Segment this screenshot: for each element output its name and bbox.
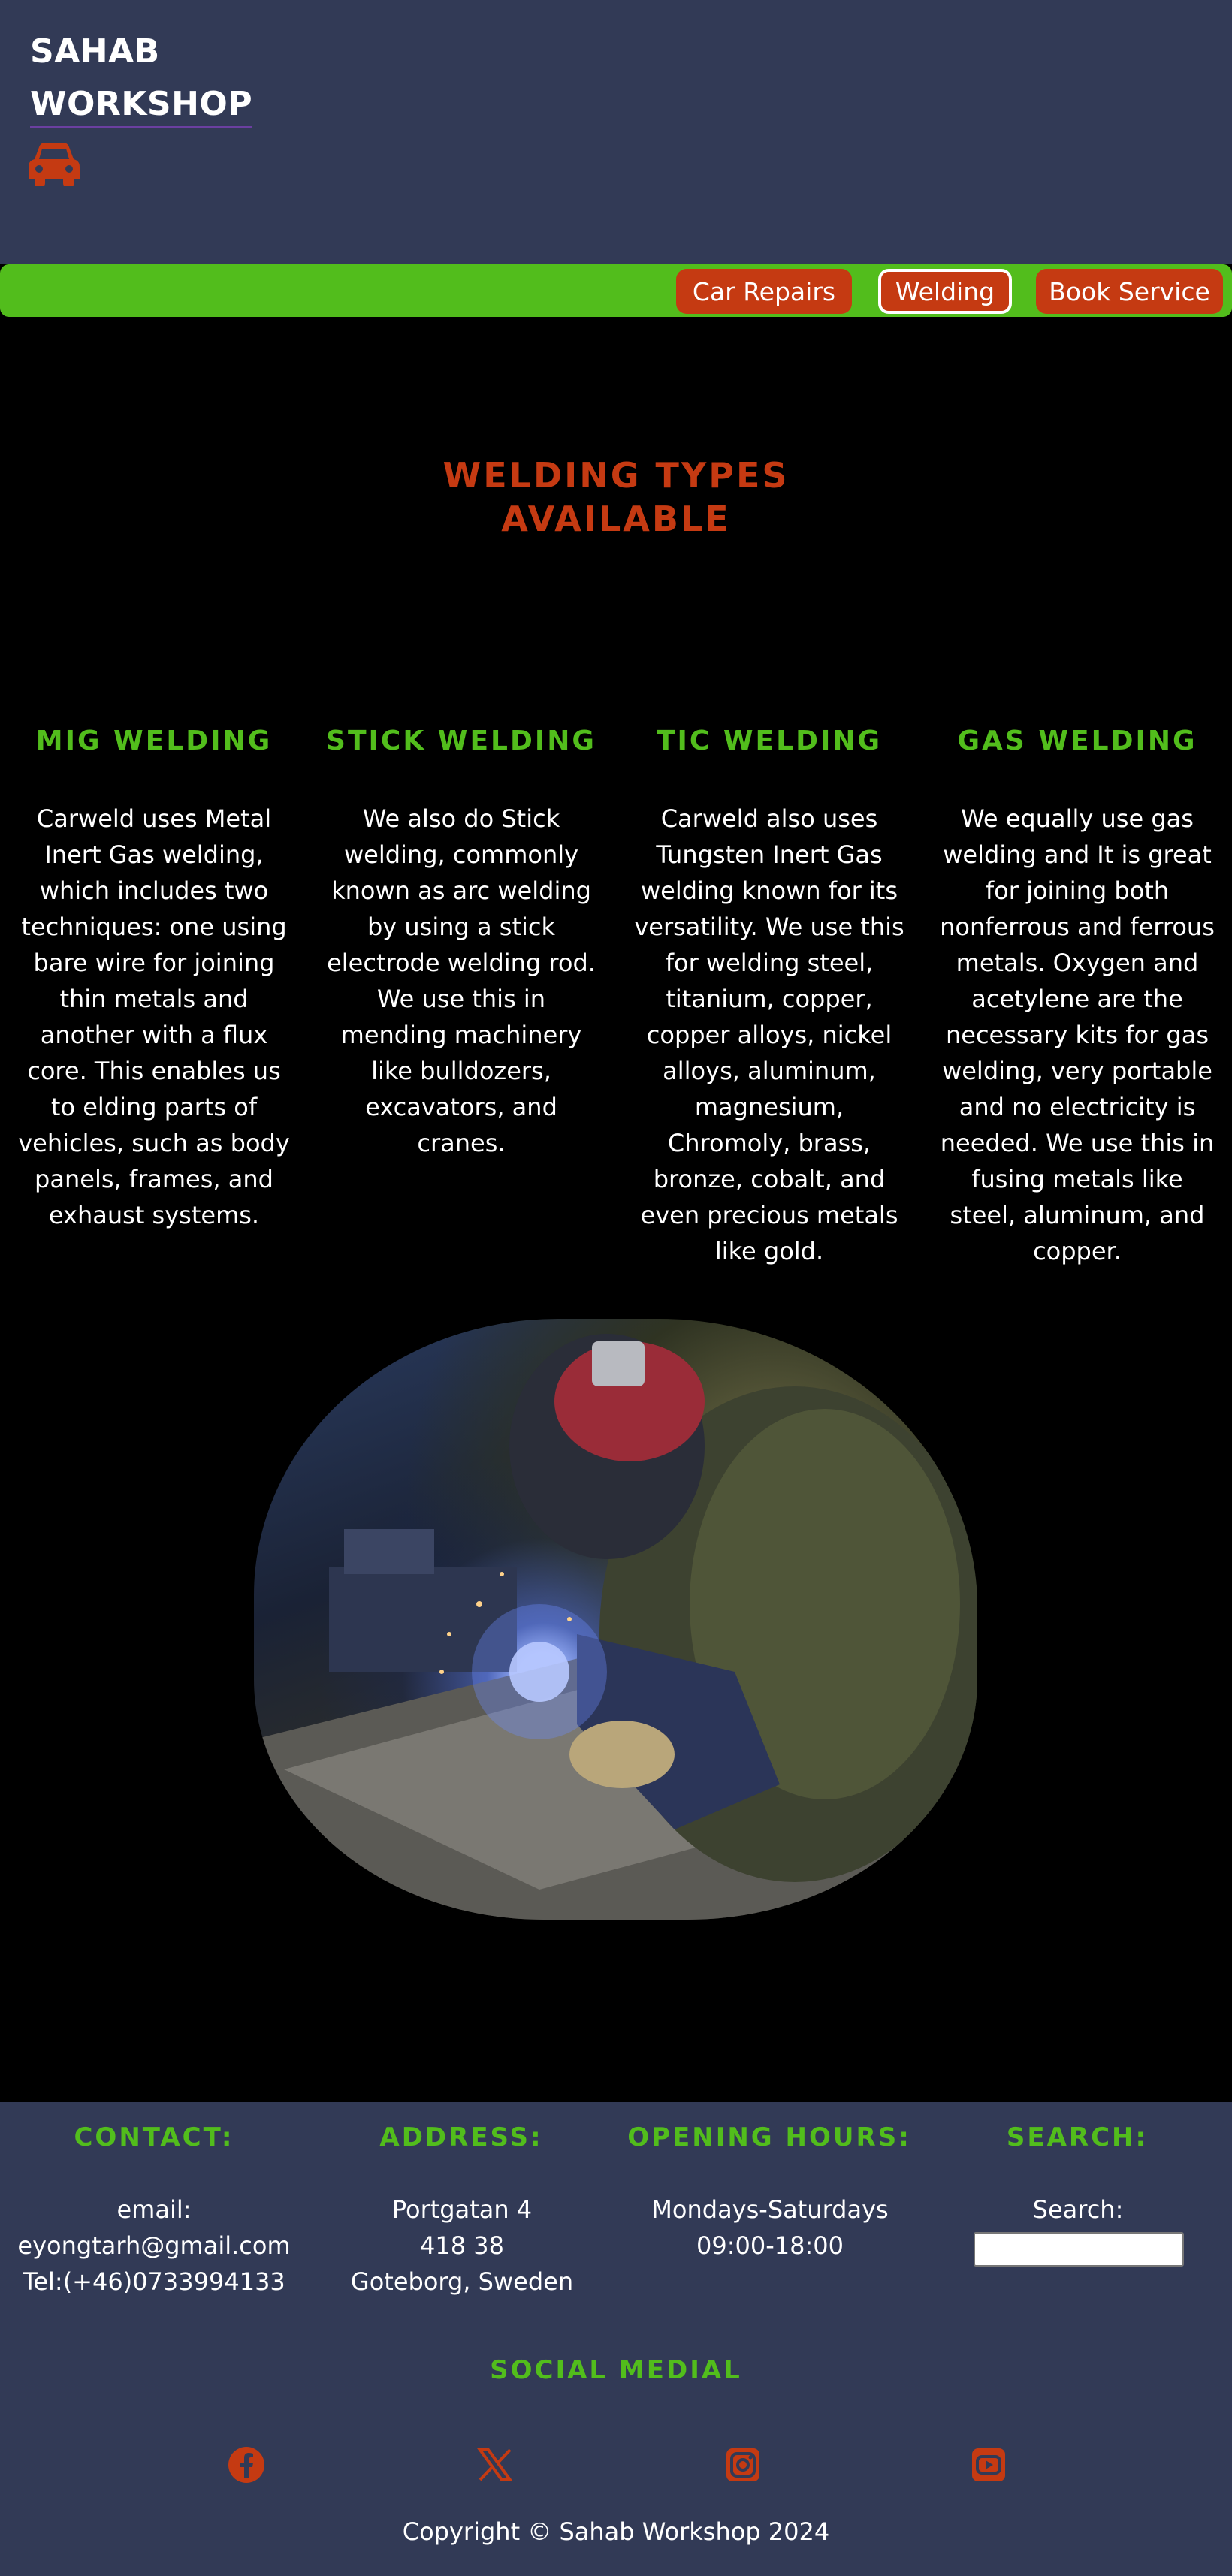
instagram-icon[interactable]	[723, 2445, 762, 2484]
page-title: WELDING TYPES AVAILABLE	[0, 454, 1232, 541]
facebook-icon[interactable]	[227, 2445, 266, 2484]
address-title: ADDRESS:	[379, 2122, 543, 2152]
car-icon	[29, 143, 80, 186]
nav-welding[interactable]: Welding	[878, 269, 1012, 314]
page-title-line1: WELDING TYPES	[442, 455, 790, 496]
tic-welding-text: Carweld also uses Tungsten Inert Gas wel…	[634, 804, 904, 1265]
brand-line2: WORKSHOP	[30, 83, 253, 128]
hours-days: Mondays-Saturdays	[651, 2195, 889, 2224]
contact-title: CONTACT:	[74, 2122, 234, 2152]
stick-welding-title: STICK WELDING	[326, 725, 596, 756]
tic-welding-title: TIC WELDING	[656, 725, 883, 756]
brand-line1: SAHAB	[30, 32, 160, 71]
stick-welding-text: We also do Stick welding, commonly known…	[327, 804, 596, 1157]
address-info: Portgatan 4 418 38 Goteborg, Sweden	[308, 2191, 616, 2300]
welding-scene	[254, 1334, 977, 1920]
search-label: Search:	[1032, 2195, 1124, 2224]
youtube-icon[interactable]	[969, 2445, 1008, 2484]
mig-welding-text: Carweld uses Metal Inert Gas welding, wh…	[18, 804, 290, 1229]
gas-welding-text: We equally use gas welding and It is gre…	[940, 804, 1215, 1265]
social-title: SOCIAL MEDIAL	[490, 2355, 742, 2385]
site-footer	[0, 2102, 1232, 2576]
contact-info: email: eyongtarh@gmail.com Tel:(+46)0733…	[0, 2191, 308, 2300]
hours-info: Mondays-Saturdays 09:00-18:00	[616, 2191, 924, 2264]
page-title-line2: AVAILABLE	[501, 499, 731, 539]
contact-email[interactable]: eyongtarh@gmail.com	[0, 2228, 308, 2264]
address-zip: 418 38	[420, 2231, 504, 2260]
mig-welding-title: MIG WELDING	[35, 725, 273, 756]
contact-email-label: email:	[116, 2195, 192, 2224]
gas-welding-title: GAS WELDING	[957, 725, 1197, 756]
search-input[interactable]	[974, 2232, 1184, 2267]
copyright-text: Copyright © Sahab Workshop 2024	[402, 2517, 830, 2546]
address-city: Goteborg, Sweden	[350, 2267, 574, 2296]
brand-logo[interactable]: SAHAB WORKSHOP	[30, 26, 253, 131]
search-title: SEARCH:	[1006, 2122, 1149, 2152]
welding-photo	[254, 1319, 977, 1920]
contact-tel: Tel:(+46)0733994133	[23, 2267, 285, 2296]
nav-car-repairs[interactable]: Car Repairs	[676, 269, 852, 314]
x-icon[interactable]	[476, 2445, 515, 2484]
hours-title: OPENING HOURS:	[627, 2122, 911, 2152]
hours-time: 09:00-18:00	[696, 2231, 844, 2260]
main-nav: Car Repairs Welding Book Service	[0, 264, 1232, 317]
address-street: Portgatan 4	[391, 2195, 533, 2224]
site-header: SAHAB WORKSHOP	[0, 0, 1232, 264]
nav-book-service[interactable]: Book Service	[1036, 269, 1223, 314]
